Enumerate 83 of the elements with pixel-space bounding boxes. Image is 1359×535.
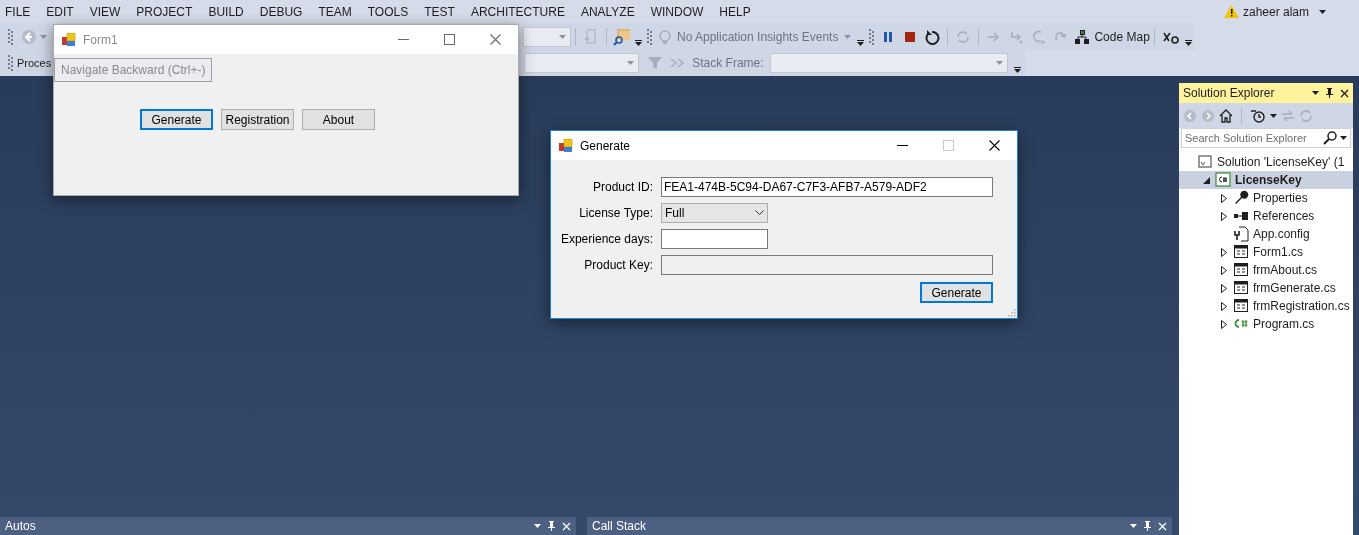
app-icon bbox=[559, 138, 573, 153]
menu-item[interactable]: HELP bbox=[711, 2, 759, 21]
form-button[interactable]: Registration bbox=[221, 109, 294, 130]
panel-title: Autos bbox=[5, 518, 37, 535]
tree-item[interactable]: App.config bbox=[1179, 225, 1353, 243]
home-icon[interactable] bbox=[1219, 108, 1233, 123]
menu-item[interactable]: TOOLS bbox=[359, 2, 417, 21]
form-file-icon bbox=[1233, 298, 1249, 314]
window-title: Form1 bbox=[83, 31, 119, 49]
maximize-icon[interactable] bbox=[443, 34, 455, 45]
form-file-icon bbox=[1233, 244, 1249, 260]
menu-item[interactable]: EDIT bbox=[38, 2, 82, 21]
stack-frame-label: Stack Frame: bbox=[692, 55, 764, 72]
caret-icon[interactable] bbox=[1312, 91, 1319, 95]
csharp-project-icon bbox=[1215, 172, 1231, 188]
restart-icon[interactable] bbox=[924, 28, 941, 45]
field-label: Experience days: bbox=[559, 231, 653, 248]
menu-item[interactable]: FILE bbox=[0, 2, 39, 21]
search-icon bbox=[1323, 131, 1337, 145]
tree-item[interactable]: LicenseKey bbox=[1179, 171, 1353, 189]
menu-item[interactable]: VIEW bbox=[81, 2, 129, 21]
process-label: Proces bbox=[17, 55, 52, 71]
menu-item[interactable]: DEBUG bbox=[251, 2, 311, 21]
tree-item[interactable]: frmGenerate.cs bbox=[1179, 279, 1353, 297]
tooltip: Navigate Backward (Ctrl+-) bbox=[54, 58, 213, 82]
tree-item[interactable]: Properties bbox=[1179, 189, 1353, 207]
pin-icon[interactable] bbox=[547, 521, 556, 531]
caret-icon[interactable] bbox=[534, 524, 541, 528]
code-map-button[interactable]: Code Map bbox=[1074, 27, 1150, 46]
menu-item[interactable]: PROJECT bbox=[128, 2, 201, 21]
config-file-icon bbox=[1233, 226, 1249, 242]
app-icon bbox=[62, 32, 76, 47]
readonly-field[interactable] bbox=[661, 255, 993, 275]
tree-item[interactable]: References bbox=[1179, 207, 1353, 225]
warning-icon bbox=[1223, 5, 1239, 18]
close-icon[interactable] bbox=[1340, 88, 1349, 98]
chevron-down-icon[interactable] bbox=[755, 210, 764, 216]
field-label: Product Key: bbox=[583, 257, 653, 274]
wrench-icon bbox=[1233, 190, 1249, 206]
minimize-icon[interactable] bbox=[896, 145, 908, 146]
form-button[interactable]: About bbox=[302, 109, 375, 130]
pin-icon[interactable] bbox=[1143, 521, 1152, 531]
solution-icon bbox=[1197, 154, 1213, 170]
close-icon[interactable] bbox=[988, 140, 1000, 151]
menu-item[interactable]: TEST bbox=[416, 2, 463, 21]
code-map-icon bbox=[1074, 28, 1091, 45]
input-field[interactable]: FEA1-474B-5C94-DA67-C7F3-AFB7-A579-ADF2 bbox=[661, 177, 993, 197]
tree-item[interactable]: Form1.cs bbox=[1179, 243, 1353, 261]
tree-item[interactable]: frmRegistration.cs bbox=[1179, 297, 1353, 315]
input-field[interactable] bbox=[661, 229, 768, 249]
folder-search-icon[interactable] bbox=[613, 27, 631, 46]
expanded-arrow-icon[interactable] bbox=[1202, 176, 1210, 184]
pin-icon[interactable] bbox=[1325, 88, 1334, 98]
form-file-icon bbox=[1233, 262, 1249, 278]
toolbar-grip-icon bbox=[8, 54, 13, 72]
form-button[interactable]: Generate bbox=[140, 109, 213, 130]
panel-title: Call Stack bbox=[592, 518, 648, 535]
tree-item[interactable]: frmAbout.cs bbox=[1179, 261, 1353, 279]
caret-icon bbox=[1340, 136, 1347, 140]
caret-icon[interactable] bbox=[1130, 524, 1137, 528]
menu-item[interactable]: BUILD bbox=[200, 2, 252, 21]
menu-item[interactable]: ARCHITECTURE bbox=[462, 2, 573, 21]
history-icon[interactable] bbox=[1250, 108, 1266, 123]
caret-icon[interactable] bbox=[1270, 113, 1277, 118]
menu-item[interactable]: TEAM bbox=[310, 2, 360, 21]
caret-icon[interactable] bbox=[1319, 9, 1326, 14]
form-file-icon bbox=[1233, 280, 1249, 296]
form-button[interactable]: Generate bbox=[920, 282, 993, 303]
resize-grip-icon bbox=[1008, 309, 1016, 317]
tree-item[interactable]: Solution 'LicenseKey' (1 bbox=[1179, 153, 1353, 171]
tree-item[interactable]: Program.cs bbox=[1179, 315, 1353, 333]
menu-item[interactable]: WINDOW bbox=[642, 2, 712, 21]
account-name[interactable]: zaheer alam bbox=[1242, 2, 1309, 21]
toolbar-grip-icon bbox=[8, 27, 13, 46]
panel-title: Solution Explorer bbox=[1183, 85, 1276, 102]
field-label: License Type: bbox=[578, 205, 653, 222]
menu-item[interactable]: ANALYZE bbox=[572, 2, 643, 21]
toolbar-grip-icon bbox=[869, 27, 875, 46]
search-field[interactable]: Search Solution Explorer bbox=[1181, 128, 1351, 148]
window-title: Generate bbox=[580, 137, 632, 155]
dropdown[interactable]: Full bbox=[661, 203, 768, 223]
field-label: Product ID: bbox=[591, 179, 653, 196]
toolbar-grip-icon bbox=[647, 27, 652, 46]
